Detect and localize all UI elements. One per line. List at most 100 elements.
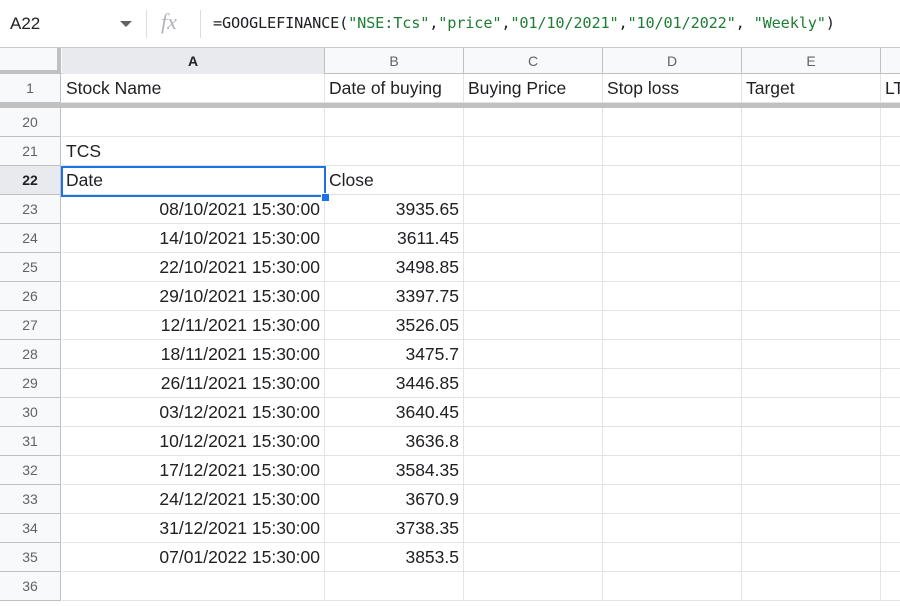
cell-d34[interactable] xyxy=(603,514,742,543)
row-header-23[interactable]: 23 xyxy=(0,195,61,224)
cell-a1[interactable]: Stock Name xyxy=(62,74,325,103)
row-header-28[interactable]: 28 xyxy=(0,340,61,369)
row-header-33[interactable]: 33 xyxy=(0,485,61,514)
cell-f22[interactable] xyxy=(881,166,900,195)
cell-c28[interactable] xyxy=(464,340,603,369)
cell-e27[interactable] xyxy=(742,311,881,340)
cell-b23[interactable]: 3935.65 xyxy=(325,195,464,224)
cell-f32[interactable] xyxy=(881,456,900,485)
row-header-24[interactable]: 24 xyxy=(0,224,61,253)
cell-f33[interactable] xyxy=(881,485,900,514)
cell-f1[interactable]: LT xyxy=(881,74,900,103)
cell-d32[interactable] xyxy=(603,456,742,485)
cell-a36[interactable] xyxy=(62,572,325,601)
cell-f23[interactable] xyxy=(881,195,900,224)
cell-e32[interactable] xyxy=(742,456,881,485)
cell-e30[interactable] xyxy=(742,398,881,427)
cell-b1[interactable]: Date of buying xyxy=(325,74,464,103)
cell-d29[interactable] xyxy=(603,369,742,398)
cell-c1[interactable]: Buying Price xyxy=(464,74,603,103)
cell-c32[interactable] xyxy=(464,456,603,485)
cell-b25[interactable]: 3498.85 xyxy=(325,253,464,282)
row-header-36[interactable]: 36 xyxy=(0,572,61,601)
cell-b34[interactable]: 3738.35 xyxy=(325,514,464,543)
cell-c25[interactable] xyxy=(464,253,603,282)
column-header-f[interactable] xyxy=(881,48,900,74)
cell-f35[interactable] xyxy=(881,543,900,572)
cell-a30[interactable]: 03/12/2021 15:30:00 xyxy=(62,398,325,427)
cell-f28[interactable] xyxy=(881,340,900,369)
cell-e1[interactable]: Target xyxy=(742,74,881,103)
cell-d20[interactable] xyxy=(603,108,742,137)
row-header-20[interactable]: 20 xyxy=(0,108,61,137)
cell-f29[interactable] xyxy=(881,369,900,398)
cell-b33[interactable]: 3670.9 xyxy=(325,485,464,514)
column-header-e[interactable]: E xyxy=(742,48,881,74)
row-header-31[interactable]: 31 xyxy=(0,427,61,456)
cell-e29[interactable] xyxy=(742,369,881,398)
cell-c21[interactable] xyxy=(464,137,603,166)
cell-b31[interactable]: 3636.8 xyxy=(325,427,464,456)
cell-a27[interactable]: 12/11/2021 15:30:00 xyxy=(62,311,325,340)
cell-f27[interactable] xyxy=(881,311,900,340)
cell-d22[interactable] xyxy=(603,166,742,195)
cell-f20[interactable] xyxy=(881,108,900,137)
cell-f30[interactable] xyxy=(881,398,900,427)
cell-c35[interactable] xyxy=(464,543,603,572)
cell-e22[interactable] xyxy=(742,166,881,195)
cell-e23[interactable] xyxy=(742,195,881,224)
cell-a34[interactable]: 31/12/2021 15:30:00 xyxy=(62,514,325,543)
cell-c22[interactable] xyxy=(464,166,603,195)
cell-a33[interactable]: 24/12/2021 15:30:00 xyxy=(62,485,325,514)
cell-e33[interactable] xyxy=(742,485,881,514)
cell-c34[interactable] xyxy=(464,514,603,543)
cell-b21[interactable] xyxy=(325,137,464,166)
cell-f24[interactable] xyxy=(881,224,900,253)
row-header-32[interactable]: 32 xyxy=(0,456,61,485)
cell-e20[interactable] xyxy=(742,108,881,137)
cell-d24[interactable] xyxy=(603,224,742,253)
cell-b30[interactable]: 3640.45 xyxy=(325,398,464,427)
select-all-corner[interactable] xyxy=(0,48,61,74)
cell-e28[interactable] xyxy=(742,340,881,369)
cell-d33[interactable] xyxy=(603,485,742,514)
cell-b20[interactable] xyxy=(325,108,464,137)
cell-f21[interactable] xyxy=(881,137,900,166)
cell-b28[interactable]: 3475.7 xyxy=(325,340,464,369)
cell-a24[interactable]: 14/10/2021 15:30:00 xyxy=(62,224,325,253)
column-header-a[interactable]: A xyxy=(62,48,325,74)
cell-d25[interactable] xyxy=(603,253,742,282)
cell-b29[interactable]: 3446.85 xyxy=(325,369,464,398)
cell-d28[interactable] xyxy=(603,340,742,369)
row-header-35[interactable]: 35 xyxy=(0,543,61,572)
cell-f25[interactable] xyxy=(881,253,900,282)
cell-e21[interactable] xyxy=(742,137,881,166)
cell-a20[interactable] xyxy=(62,108,325,137)
cell-b36[interactable] xyxy=(325,572,464,601)
cell-a25[interactable]: 22/10/2021 15:30:00 xyxy=(62,253,325,282)
cell-a26[interactable]: 29/10/2021 15:30:00 xyxy=(62,282,325,311)
cell-f36[interactable] xyxy=(881,572,900,601)
cell-c31[interactable] xyxy=(464,427,603,456)
cell-b27[interactable]: 3526.05 xyxy=(325,311,464,340)
cell-a28[interactable]: 18/11/2021 15:30:00 xyxy=(62,340,325,369)
cell-d27[interactable] xyxy=(603,311,742,340)
cell-a32[interactable]: 17/12/2021 15:30:00 xyxy=(62,456,325,485)
cell-e35[interactable] xyxy=(742,543,881,572)
cell-e25[interactable] xyxy=(742,253,881,282)
cell-b22[interactable]: Close xyxy=(325,166,464,195)
name-box[interactable]: A22 xyxy=(0,6,138,42)
cell-d35[interactable] xyxy=(603,543,742,572)
cell-c26[interactable] xyxy=(464,282,603,311)
cell-c27[interactable] xyxy=(464,311,603,340)
cell-f31[interactable] xyxy=(881,427,900,456)
row-header-22[interactable]: 22 xyxy=(0,166,61,195)
cell-e24[interactable] xyxy=(742,224,881,253)
cell-d26[interactable] xyxy=(603,282,742,311)
name-box-value[interactable]: A22 xyxy=(10,14,40,34)
row-header-29[interactable]: 29 xyxy=(0,369,61,398)
cell-a21[interactable]: TCS xyxy=(62,137,325,166)
cell-a23[interactable]: 08/10/2021 15:30:00 xyxy=(62,195,325,224)
column-header-c[interactable]: C xyxy=(464,48,603,74)
row-header-21[interactable]: 21 xyxy=(0,137,61,166)
